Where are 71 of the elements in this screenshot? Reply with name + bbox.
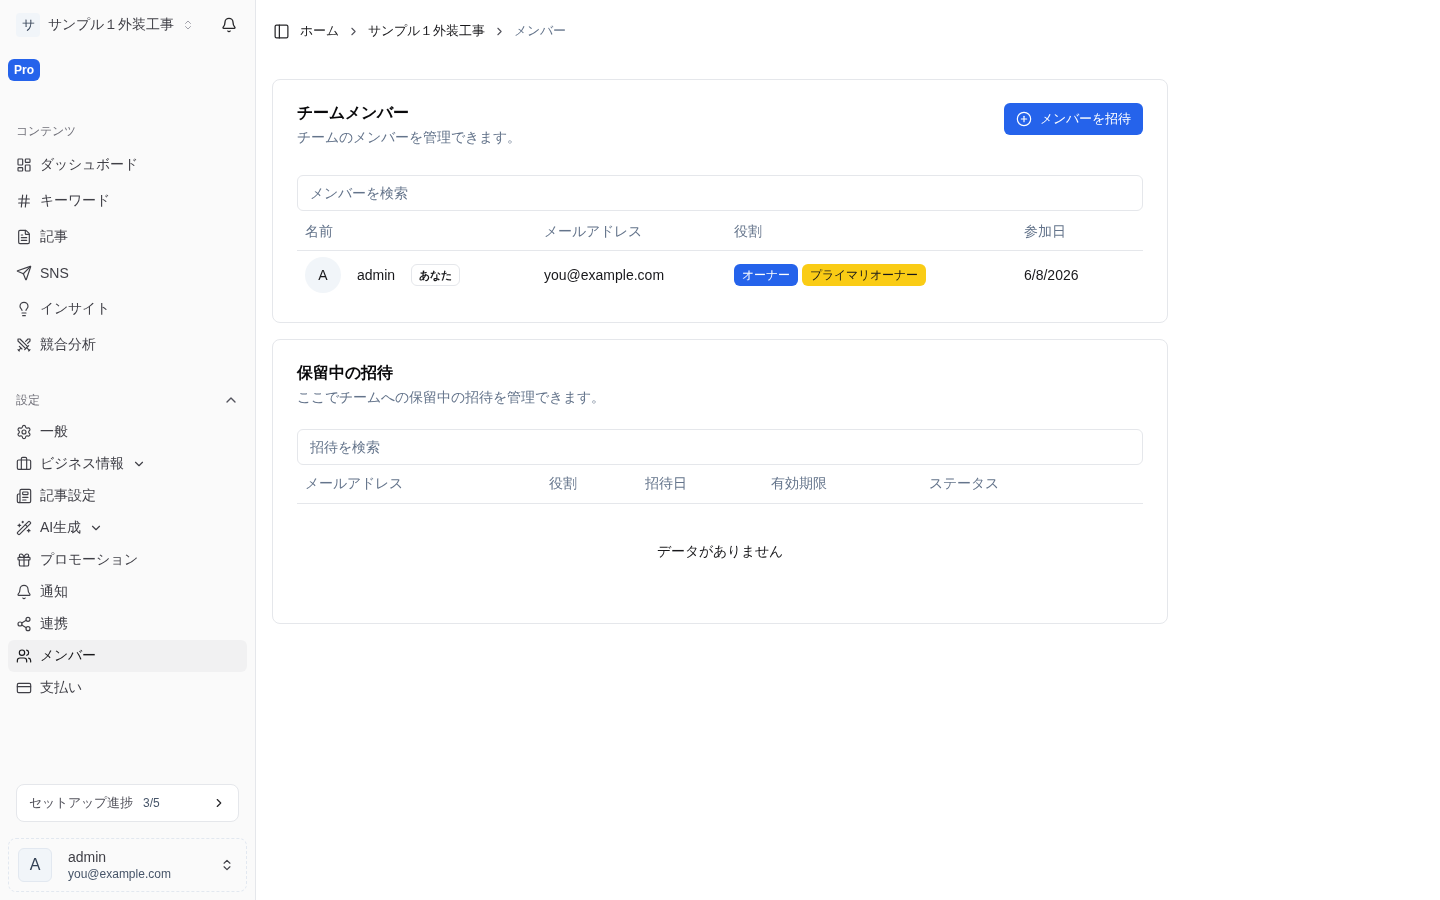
bell-icon: [16, 584, 32, 600]
member-email: you@example.com: [544, 267, 665, 283]
magic-wand-icon: [16, 520, 32, 536]
role-badge: プライマリオーナー: [802, 264, 926, 286]
sidebar-item[interactable]: インサイト: [8, 291, 247, 327]
sidebar-item[interactable]: キーワード: [8, 183, 247, 219]
gift-icon: [16, 552, 32, 568]
breadcrumb-link[interactable]: ホーム: [300, 22, 339, 40]
role-badge: オーナー: [734, 264, 798, 286]
plus-circle-icon: [1016, 111, 1032, 127]
org-name[interactable]: サンプル１外装工事: [48, 16, 174, 34]
sidebar-item[interactable]: 連携: [8, 608, 247, 640]
sidebar-item[interactable]: 記事: [8, 219, 247, 255]
empty-message: データがありません: [657, 543, 783, 561]
dashboard-icon: [16, 157, 32, 173]
document-icon: [16, 229, 32, 245]
bell-icon[interactable]: [221, 17, 237, 33]
hash-icon: [16, 193, 32, 209]
member-name: admin: [357, 267, 396, 283]
card-description: チームのメンバーを管理できます。: [297, 128, 521, 147]
card-description: ここでチームへの保留中の招待を管理できます。: [297, 388, 605, 407]
lightbulb-icon: [16, 301, 32, 317]
user-name: admin: [68, 849, 108, 865]
sidebar-toggle-icon[interactable]: [273, 22, 290, 40]
crossed-swords-icon: [16, 337, 32, 353]
sidebar-item[interactable]: 記事設定: [8, 480, 247, 512]
briefcase-icon: [16, 456, 32, 472]
sidebar-item[interactable]: ダッシュボード: [8, 147, 247, 183]
share-icon: [16, 616, 32, 632]
column-header: 役割: [548, 475, 578, 493]
sidebar-item[interactable]: SNS: [8, 255, 247, 291]
sidebar-item[interactable]: メンバー: [8, 640, 247, 672]
group-label: 設定: [16, 391, 40, 409]
you-badge: あなた: [411, 264, 461, 286]
newspaper-icon: [16, 488, 32, 504]
org-avatar: サ: [16, 13, 40, 37]
column-header: 参加日: [1023, 223, 1067, 241]
breadcrumb-link[interactable]: サンプル１外装工事: [368, 22, 485, 40]
users-icon: [16, 648, 32, 664]
column-header: 招待日: [644, 475, 688, 493]
sidebar-item[interactable]: 通知: [8, 576, 247, 608]
sidebar-item[interactable]: ビジネス情報: [8, 448, 247, 480]
member-avatar: A: [305, 257, 341, 293]
user-menu[interactable]: A admin you@example.com: [8, 838, 247, 892]
sidebar-item[interactable]: 支払い: [8, 672, 247, 704]
plan-badge: Pro: [8, 59, 40, 81]
sidebar-item[interactable]: プロモーション: [8, 544, 247, 576]
user-email: you@example.com: [68, 867, 172, 881]
progress-count: 3/5: [143, 796, 160, 810]
column-header: メールアドレス: [543, 223, 643, 241]
sidebar-item[interactable]: 一般: [8, 416, 247, 448]
group-label: コンテンツ: [16, 122, 76, 140]
joined-date: 6/8/2026: [1024, 267, 1079, 283]
card-title: 保留中の招待: [297, 363, 394, 383]
search-field[interactable]: 招待を検索: [297, 429, 1143, 465]
column-header: 有効期限: [770, 475, 828, 493]
search-field[interactable]: メンバーを検索: [297, 175, 1143, 211]
user-avatar: A: [18, 848, 52, 882]
settings-icon: [16, 424, 32, 440]
setup-progress-button[interactable]: セットアップ進捗 3/5: [16, 784, 239, 822]
column-header: ステータス: [928, 475, 1000, 493]
credit-card-icon: [16, 680, 32, 696]
sidebar-item[interactable]: AI生成: [8, 512, 247, 544]
breadcrumb-current: メンバー: [514, 22, 566, 40]
column-header: 名前: [304, 223, 334, 241]
column-header: メールアドレス: [304, 475, 404, 493]
invite-button[interactable]: メンバーを招待: [1004, 103, 1143, 135]
paper-plane-icon: [16, 265, 32, 281]
card-title: チームメンバー: [297, 103, 410, 123]
column-header: 役割: [733, 223, 763, 241]
sidebar-item[interactable]: 競合分析: [8, 327, 247, 363]
